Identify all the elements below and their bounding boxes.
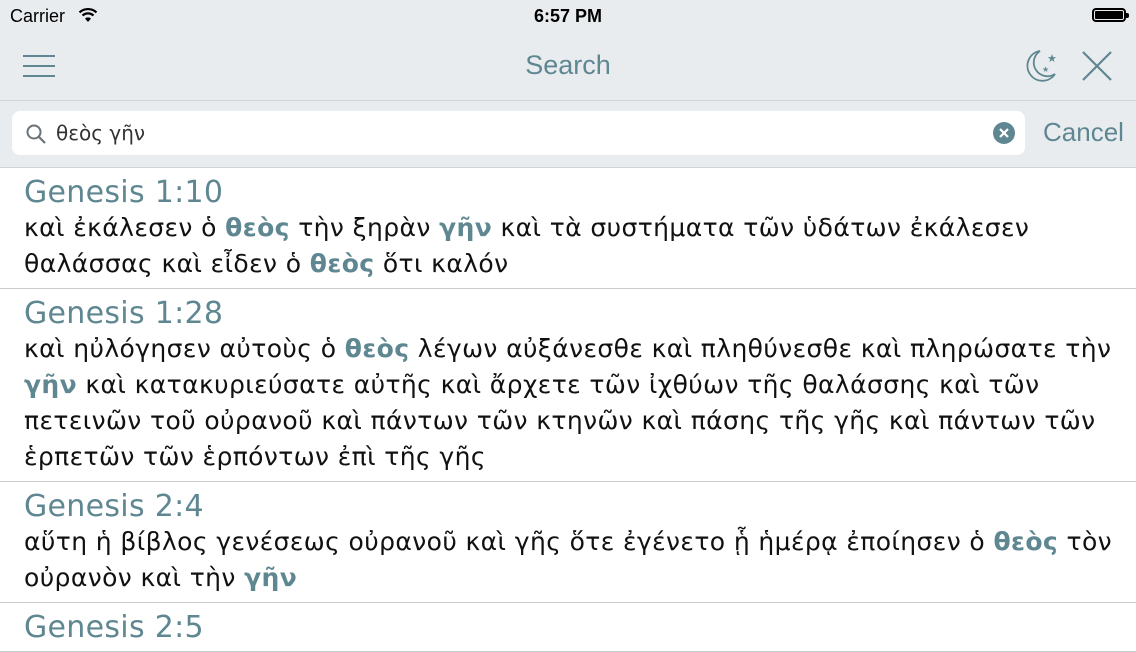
result-reference: Genesis 1:10 — [24, 175, 224, 210]
result-reference: Genesis 1:28 — [24, 296, 224, 331]
verse-segment: λέγων αὐξάνεσθε καὶ πληθύνεσθε καὶ πληρώ… — [409, 334, 1112, 363]
clear-search-icon[interactable] — [993, 122, 1015, 144]
svg-text:★: ★ — [1042, 65, 1049, 74]
result-verse-text: καὶ ἐκάλεσεν ὁ θεὸς τὴν ξηρὰν γῆν καὶ τὰ… — [24, 210, 1112, 282]
navigation-bar: Search ★ ★ — [0, 31, 1136, 101]
page-title: Search — [525, 50, 611, 80]
status-time: 6:57 PM — [533, 6, 603, 26]
highlighted-match: θεὸς — [993, 527, 1059, 556]
cancel-button[interactable]: Cancel — [1043, 117, 1124, 148]
result-reference: Genesis 2:4 — [24, 489, 204, 524]
highlighted-match: θεὸς — [225, 213, 290, 242]
highlighted-match: θεὸς — [344, 334, 410, 363]
result-reference: Genesis 2:5 — [24, 610, 204, 645]
search-input[interactable] — [56, 118, 976, 148]
svg-text:★: ★ — [1047, 52, 1057, 65]
result-verse-text: αὕτη ἡ βίβλος γενέσεως οὐρανοῦ καὶ γῆς ὅ… — [24, 524, 1112, 596]
battery-level-fill — [1095, 11, 1123, 19]
close-icon[interactable] — [1080, 49, 1114, 83]
verse-segment: τὴν ξηρὰν — [289, 213, 440, 242]
battery-icon — [1092, 8, 1129, 22]
result-row[interactable]: Genesis 2:5 — [0, 603, 1136, 652]
result-verse-text: καὶ ηὐλόγησεν αὐτοὺς ὁ θεὸς λέγων αὐξάνε… — [24, 331, 1112, 475]
verse-segment: ὅτι καλόν — [374, 249, 509, 278]
result-row[interactable]: Genesis 1:10 καὶ ἐκάλεσεν ὁ θεὸς τὴν ξηρὰ… — [0, 168, 1136, 289]
search-field[interactable] — [12, 111, 1025, 155]
highlighted-match: γῆν — [244, 563, 298, 592]
search-results-list: Genesis 1:10 καὶ ἐκάλεσεν ὁ θεὸς τὴν ξηρὰ… — [0, 168, 1136, 652]
verse-segment: καὶ κατακυριεύσατε αὐτῆς καὶ ἄρχετε τῶν … — [24, 370, 1096, 471]
search-icon — [26, 124, 46, 144]
highlighted-match: θεὸς — [309, 249, 375, 278]
result-row[interactable]: Genesis 1:28 καὶ ηὐλόγησεν αὐτοὺς ὁ θεὸς … — [0, 289, 1136, 482]
highlighted-match: γῆν — [439, 213, 493, 242]
verse-segment: καὶ ἐκάλεσεν ὁ — [24, 213, 226, 242]
highlighted-match: γῆν — [24, 370, 78, 399]
night-mode-icon[interactable]: ★ ★ — [1020, 47, 1060, 85]
search-bar: Cancel — [0, 101, 1136, 168]
verse-segment: καὶ ηὐλόγησεν αὐτοὺς ὁ — [24, 334, 345, 363]
result-row[interactable]: Genesis 2:4 αὕτη ἡ βίβλος γενέσεως οὐρανο… — [0, 482, 1136, 603]
status-bar: Carrier 6:57 PM — [0, 0, 1136, 31]
verse-segment: αὕτη ἡ βίβλος γενέσεως οὐρανοῦ καὶ γῆς ὅ… — [24, 527, 994, 556]
